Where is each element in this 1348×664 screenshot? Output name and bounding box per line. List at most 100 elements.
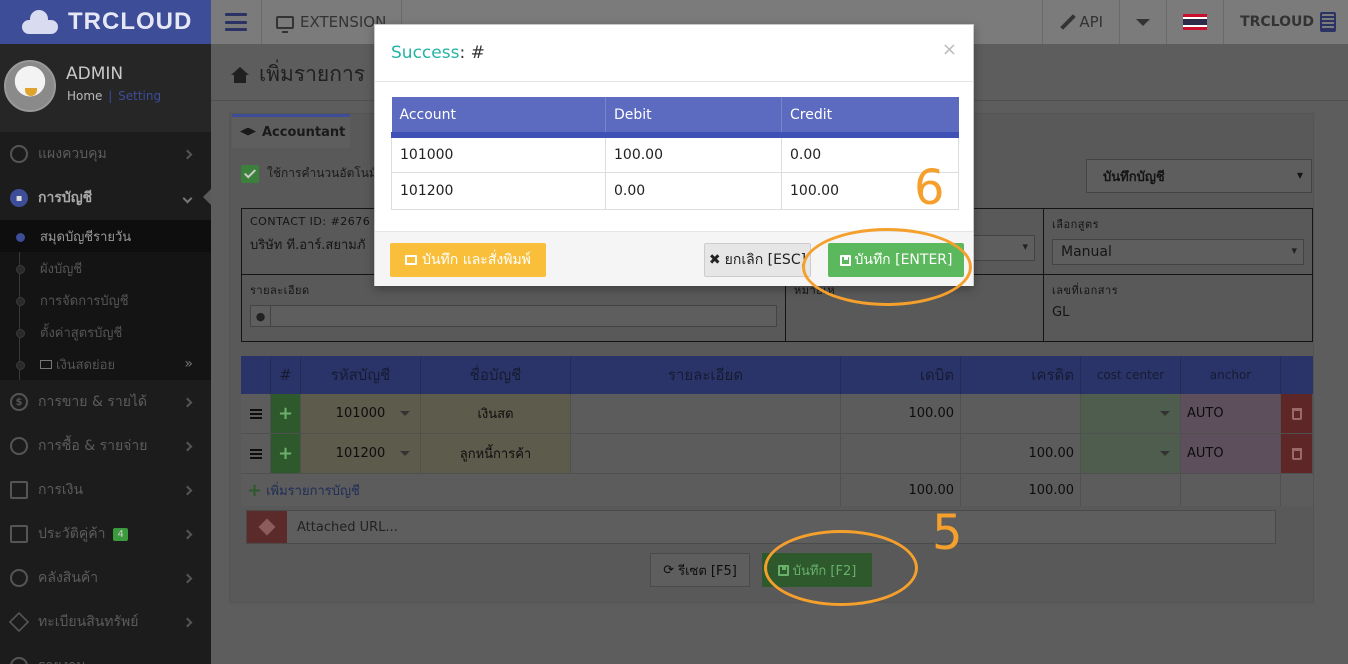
col-account-code: รหัสบัญชี bbox=[301, 356, 421, 394]
sidebar-item-label: การซื้อ & รายจ่าย bbox=[38, 438, 148, 454]
plus-icon: + bbox=[247, 479, 263, 501]
sidebar-subitem-formula-settings[interactable]: ตั้งค่าสูตรบัญชี bbox=[0, 316, 211, 348]
dropbox-icon bbox=[258, 518, 276, 536]
debit-cell[interactable]: 100.00 bbox=[841, 394, 961, 433]
calendar-icon bbox=[10, 481, 28, 499]
delete-row-button[interactable] bbox=[1281, 434, 1313, 473]
setting-link[interactable]: Setting bbox=[118, 89, 161, 103]
avatar[interactable] bbox=[4, 60, 56, 112]
logo[interactable]: TRCLOUD bbox=[0, 0, 211, 44]
monitor-icon bbox=[276, 15, 294, 33]
printer-icon bbox=[405, 255, 418, 265]
home-link[interactable]: Home bbox=[67, 89, 102, 103]
language-selector[interactable] bbox=[1166, 0, 1223, 44]
credit-cell[interactable] bbox=[961, 394, 1081, 433]
delete-row-button[interactable] bbox=[1281, 394, 1313, 433]
debit-cell[interactable] bbox=[841, 434, 961, 473]
add-entry-link[interactable]: + เพิ่มรายการบัญชี bbox=[241, 474, 841, 506]
cancel-button[interactable]: ✖ ยกเลิก [ESC] bbox=[704, 243, 811, 277]
anchor-cell[interactable]: AUTO bbox=[1181, 394, 1281, 433]
microphone-icon[interactable]: ● bbox=[251, 306, 271, 326]
sidebar-item-sales[interactable]: $ การขาย & รายได้ bbox=[0, 380, 211, 424]
col-cost-center: cost center bbox=[1081, 356, 1181, 394]
detail-cell[interactable] bbox=[571, 394, 841, 433]
brand-menu[interactable]: TRCLOUD bbox=[1223, 0, 1348, 44]
modal-title: Success: # bbox=[391, 43, 485, 63]
active-pointer bbox=[203, 189, 211, 205]
auto-calc-checkbox[interactable] bbox=[241, 164, 259, 183]
subitem-label: ผังบัญชี bbox=[40, 261, 83, 277]
sidebar-item-contacts[interactable]: ประวัติคู่ค้า 4 bbox=[0, 512, 211, 556]
tab-accountant[interactable]: Accountant bbox=[232, 114, 350, 148]
summary-table: Account Debit Credit 101000 100.00 0.00 … bbox=[391, 97, 959, 210]
cost-center-select[interactable] bbox=[1081, 434, 1181, 473]
menu-toggle-button[interactable] bbox=[211, 0, 262, 44]
sidebar-item-dashboard[interactable]: แผงควบคุม bbox=[0, 132, 211, 176]
reset-button[interactable]: ⟳ รีเซต [F5] bbox=[650, 553, 750, 587]
attached-url-input[interactable]: Attached URL... bbox=[287, 511, 398, 543]
totals-spacer bbox=[1181, 474, 1281, 506]
save-account-select[interactable]: บันทึกบัญชี bbox=[1086, 159, 1312, 193]
dropdown-toggle[interactable] bbox=[1119, 0, 1166, 44]
formula-select[interactable]: Manual bbox=[1052, 239, 1304, 265]
building-icon bbox=[1320, 12, 1336, 32]
link-separator: | bbox=[108, 89, 113, 103]
dollar-icon: $ bbox=[10, 393, 28, 411]
page-title-text: เพิ่มรายการ bbox=[259, 62, 366, 86]
save-and-print-button[interactable]: บันทึก และสั่งพิมพ์ bbox=[390, 243, 546, 277]
sidebar-item-label: การเงิน bbox=[38, 482, 84, 498]
sidebar-subitem-account-management[interactable]: การจัดการบัญชี bbox=[0, 284, 211, 316]
col-detail: รายละเอียด bbox=[571, 356, 841, 394]
sidebar-item-accounting[interactable]: ▪ การบัญชี bbox=[0, 176, 211, 220]
dropbox-button[interactable] bbox=[247, 511, 287, 543]
account-code: 101000 bbox=[335, 406, 386, 421]
sidebar-subitem-chart-of-accounts[interactable]: ผังบัญชี bbox=[0, 252, 211, 284]
tab-label: Accountant bbox=[262, 125, 346, 140]
drag-handle[interactable] bbox=[241, 394, 271, 433]
api-button[interactable]: API bbox=[1042, 0, 1119, 44]
total-debit: 100.00 bbox=[841, 474, 961, 506]
cost-center-select[interactable] bbox=[1081, 394, 1181, 433]
close-x-icon: ✖ bbox=[708, 252, 721, 268]
trash-icon bbox=[1291, 447, 1302, 460]
thai-flag-icon bbox=[1183, 14, 1208, 31]
add-row-button[interactable]: + bbox=[271, 434, 301, 473]
doc-number-value[interactable]: GL bbox=[1052, 305, 1304, 320]
doc-number-label: เลขที่เอกสาร bbox=[1052, 284, 1119, 297]
save-enter-button[interactable]: บันทึก [ENTER] bbox=[828, 243, 964, 277]
close-icon[interactable]: × bbox=[942, 39, 957, 60]
sidebar-item-finance[interactable]: การเงิน bbox=[0, 468, 211, 512]
sidebar-subitem-petty-cash[interactable]: เงินสดย่อย » bbox=[0, 348, 211, 380]
table-row: 101200 0.00 100.00 bbox=[391, 171, 959, 210]
col-anchor: anchor bbox=[1181, 356, 1281, 394]
detail-cell[interactable] bbox=[571, 434, 841, 473]
page-title: เพิ่มรายการ bbox=[231, 58, 365, 91]
sidebar-item-assets[interactable]: ทะเบียนสินทรัพย์ bbox=[0, 600, 211, 644]
account-name: ลูกหนี้การค้า bbox=[421, 434, 571, 473]
sidebar-item-reports[interactable]: รายงาน bbox=[0, 644, 211, 664]
graduation-cap-icon bbox=[240, 127, 256, 136]
anchor-cell[interactable]: AUTO bbox=[1181, 434, 1281, 473]
add-entry-label: เพิ่มรายการบัญชี bbox=[266, 483, 360, 499]
detail-input[interactable]: ● bbox=[250, 305, 777, 327]
auto-calc-option[interactable]: ใช้การคำนวนอัตโนมั bbox=[241, 164, 377, 183]
reset-label: รีเซต [F5] bbox=[678, 563, 737, 579]
double-chevron-icon: » bbox=[184, 356, 193, 372]
save-f2-button[interactable]: บันทึก [F2] bbox=[762, 553, 872, 587]
contact-icon bbox=[10, 525, 28, 543]
account-code-select[interactable]: 101200 bbox=[301, 434, 421, 473]
sidebar-item-purchases[interactable]: การซื้อ & รายจ่าย bbox=[0, 424, 211, 468]
drag-handle[interactable] bbox=[241, 434, 271, 473]
cancel-label: ยกเลิก [ESC] bbox=[724, 252, 807, 268]
formula-label: เลือกสูตร bbox=[1052, 218, 1100, 231]
sidebar-item-inventory[interactable]: คลังสินค้า bbox=[0, 556, 211, 600]
account-code-select[interactable]: 101000 bbox=[301, 394, 421, 433]
table-row: + 101000 เงินสด 100.00 AUTO bbox=[241, 394, 1313, 434]
journal-entries-table: # รหัสบัญชี ชื่อบัญชี รายละเอียด เดบิต เ… bbox=[241, 356, 1313, 506]
chevron-down-icon bbox=[182, 193, 193, 203]
sidebar-subitem-journal[interactable]: สมุดบัญชีรายวัน bbox=[0, 220, 211, 252]
sidebar-item-label: ประวัติคู่ค้า bbox=[38, 526, 106, 542]
add-row-button[interactable]: + bbox=[271, 394, 301, 433]
credit-cell[interactable]: 100.00 bbox=[961, 434, 1081, 473]
cubes-icon bbox=[10, 569, 28, 587]
